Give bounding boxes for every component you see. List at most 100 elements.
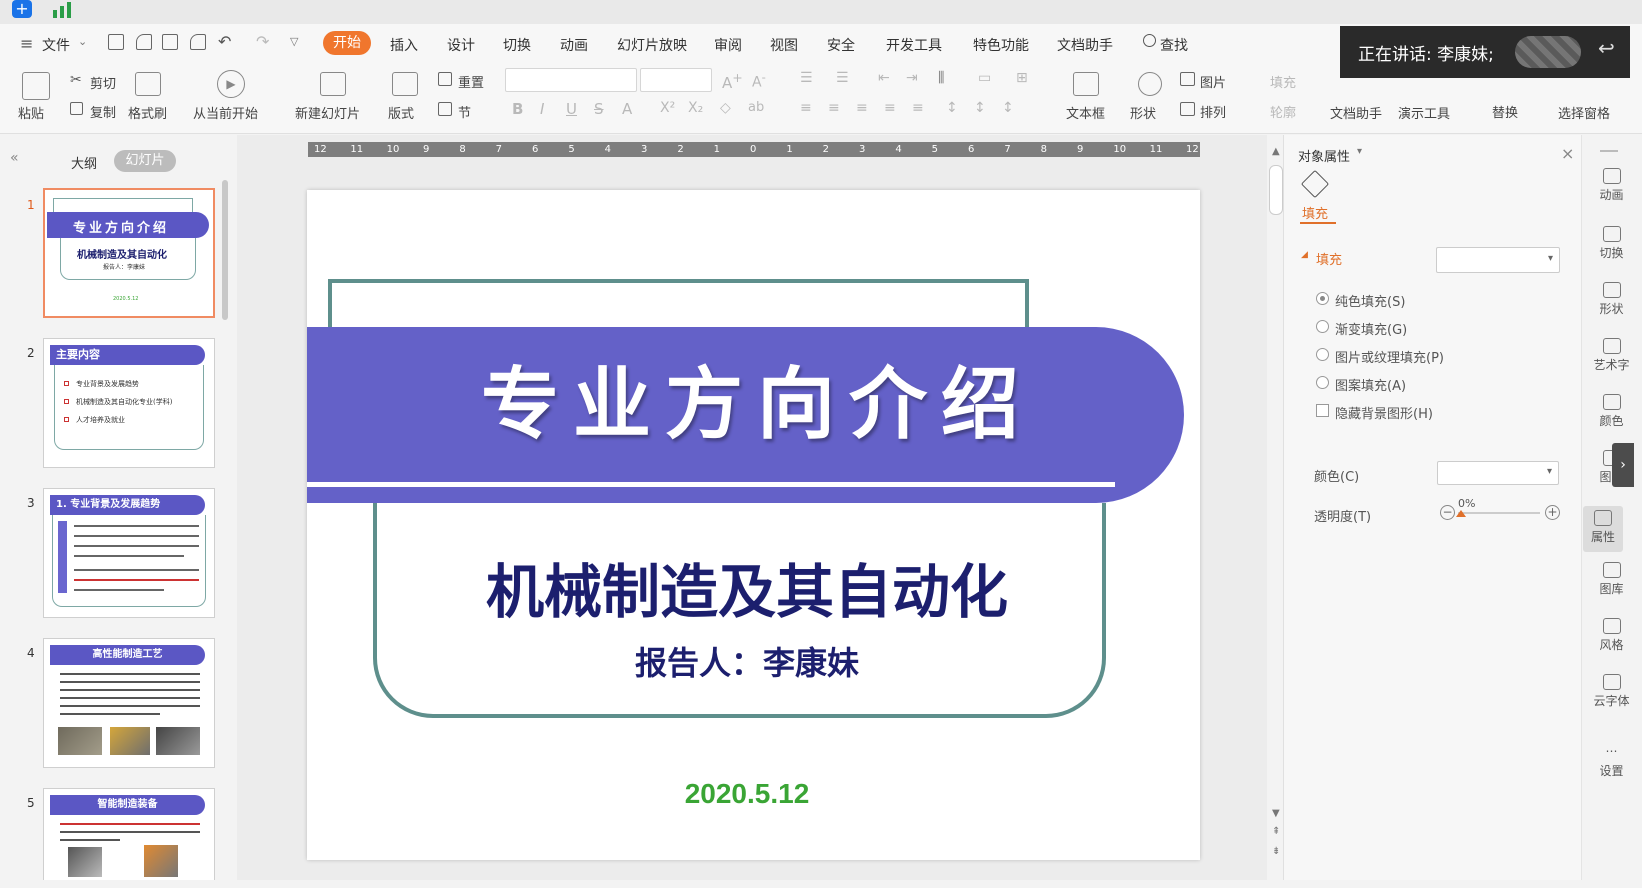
nav-scrollbar[interactable] <box>222 180 228 320</box>
radio-pattern-fill[interactable] <box>1316 376 1329 389</box>
font-grow-icon[interactable]: A+ <box>722 70 743 92</box>
plus-circle-icon[interactable]: + <box>1545 505 1560 520</box>
format-painter-icon[interactable] <box>135 72 161 96</box>
slide-date[interactable]: 2020.5.12 <box>537 778 957 810</box>
italic-icon[interactable]: I <box>540 100 544 118</box>
font-shrink-icon[interactable]: A- <box>752 70 766 91</box>
slide-thumbnail-2[interactable]: 主要内容 专业背景及发展趋势 机械制造及其自动化专业(学科) 人才培养及就业 <box>43 338 215 468</box>
hide-bg-checkbox[interactable] <box>1316 404 1329 417</box>
customize-chevron-icon[interactable]: ▽ <box>290 35 298 48</box>
redo-icon[interactable]: ↷ <box>256 32 269 51</box>
tab-view[interactable]: 视图 <box>770 35 798 55</box>
search-icon[interactable] <box>1143 34 1156 47</box>
tab-slideshow[interactable]: 幻灯片放映 <box>617 35 687 55</box>
font-size-select[interactable] <box>640 68 712 92</box>
superscript-icon[interactable]: X² <box>660 100 675 116</box>
slide-editor[interactable]: 专业方向介绍 机械制造及其自动化 报告人：李康妹 2020.5.12 <box>307 190 1200 860</box>
back-arrow-icon[interactable]: ↩ <box>1598 36 1615 60</box>
copy-icon[interactable] <box>70 102 83 115</box>
fill-select[interactable]: ▾ <box>1436 247 1560 273</box>
sidebar-item-properties[interactable]: 属性 <box>1583 506 1623 552</box>
replace-button[interactable]: 替换 <box>1492 102 1518 121</box>
para-spacing-icon[interactable]: ↕ <box>974 100 986 116</box>
column-icon[interactable]: ▭ <box>978 70 991 86</box>
scissors-icon[interactable]: ✂ <box>70 72 82 88</box>
font-color-icon[interactable]: A <box>622 100 632 118</box>
picture-icon[interactable] <box>1180 72 1195 86</box>
doc-assistant-button[interactable]: 文档助手 <box>1330 103 1382 122</box>
sidebar-item-shape[interactable]: 形状 <box>1581 282 1642 317</box>
header-chevron-icon[interactable]: ▾ <box>1357 146 1362 157</box>
radio-gradient-fill[interactable] <box>1316 320 1329 333</box>
sidebar-item-wordart[interactable]: 艺术字 <box>1581 338 1642 373</box>
slide-reporter[interactable]: 报告人：李康妹 <box>467 638 1027 684</box>
text-direction-icon[interactable]: ⫼ <box>938 70 944 86</box>
bar-chart-icon[interactable] <box>52 2 72 18</box>
clear-format-icon[interactable]: ◇ <box>720 100 731 116</box>
align-text-icon[interactable]: ⊞ <box>1016 70 1028 86</box>
slide-thumbnail-5[interactable]: 智能制造装备 <box>43 788 215 880</box>
bullet-list-icon[interactable]: ☰ <box>800 70 813 86</box>
outdent-icon[interactable]: ⇤ <box>878 70 890 86</box>
sidebar-item-style[interactable]: 风格 <box>1581 618 1642 653</box>
picture-button[interactable]: 图片 <box>1200 72 1226 91</box>
shape-button[interactable]: 形状 <box>1130 103 1156 122</box>
layout-button[interactable]: 版式 <box>388 103 414 122</box>
radio-solid-fill[interactable] <box>1316 292 1329 305</box>
tab-outline[interactable]: 大纲 <box>71 153 97 172</box>
arrange-button[interactable]: 排列 <box>1200 102 1226 121</box>
new-slide-button[interactable]: 新建幻灯片 <box>295 103 360 122</box>
sidebar-item-cloud-font[interactable]: 云字体 <box>1581 674 1642 709</box>
section-collapse-icon[interactable]: ◢ <box>1301 250 1308 260</box>
tab-developer[interactable]: 开发工具 <box>886 35 942 55</box>
arrange-icon[interactable] <box>1180 102 1195 116</box>
save-icon[interactable] <box>108 34 124 50</box>
shape-icon[interactable] <box>1138 72 1162 96</box>
panel-header[interactable]: 对象属性 <box>1298 146 1350 165</box>
sidebar-item-animation[interactable]: 动画 <box>1581 168 1642 203</box>
section-button[interactable]: 节 <box>458 102 471 121</box>
numbered-list-icon[interactable]: ☰ <box>836 70 849 86</box>
minus-icon[interactable]: − <box>1440 505 1455 520</box>
file-menu[interactable]: 文件 <box>42 35 70 55</box>
color-select[interactable]: ▾ <box>1437 461 1559 485</box>
underline-icon[interactable]: U <box>566 100 577 118</box>
sidebar-item-gallery[interactable]: 图库 <box>1581 562 1642 597</box>
chevron-down-icon[interactable]: ⌄ <box>78 35 87 48</box>
tab-slides[interactable]: 幻灯片 <box>114 150 176 172</box>
outline-button[interactable]: 轮廓 <box>1270 102 1296 121</box>
sidebar-item-color[interactable]: 颜色 <box>1581 394 1642 429</box>
scroll-up-icon[interactable]: ▲ <box>1272 146 1280 157</box>
align-left-icon[interactable]: ≡ <box>800 100 812 116</box>
scroll-down-icon[interactable]: ▼ <box>1272 808 1280 819</box>
distribute-icon[interactable]: ≡ <box>912 100 924 116</box>
tab-doc-assistant[interactable]: 文档助手 <box>1057 35 1113 55</box>
search-button[interactable]: 查找 <box>1160 35 1188 55</box>
presenter-tools-button[interactable]: 演示工具 <box>1398 103 1450 122</box>
collapse-panel-icon[interactable]: « <box>10 150 19 166</box>
paste-icon[interactable] <box>22 72 50 100</box>
tab-transition[interactable]: 切换 <box>503 35 531 55</box>
close-icon[interactable]: × <box>1561 144 1574 163</box>
tab-animation[interactable]: 动画 <box>560 35 588 55</box>
textbox-button[interactable]: 文本框 <box>1066 103 1105 122</box>
format-painter-button[interactable]: 格式刷 <box>128 103 167 122</box>
tab-review[interactable]: 审阅 <box>714 35 742 55</box>
reset-icon[interactable] <box>438 72 452 86</box>
fill-button[interactable]: 填充 <box>1270 72 1296 91</box>
radio-picture-fill[interactable] <box>1316 348 1329 361</box>
slide-thumbnail-3[interactable]: 1. 专业背景及发展趋势 <box>43 488 215 618</box>
align-right-icon[interactable]: ≡ <box>856 100 868 116</box>
transparency-slider[interactable] <box>1458 512 1540 514</box>
hamburger-icon[interactable]: ≡ <box>20 34 33 53</box>
subscript-icon[interactable]: X₂ <box>688 100 703 116</box>
from-current-button[interactable]: 从当前开始 <box>193 103 258 122</box>
section-icon[interactable] <box>438 102 452 116</box>
slide-subtitle[interactable]: 机械制造及其自动化 <box>367 545 1127 629</box>
tab-design[interactable]: 设计 <box>447 35 475 55</box>
slide-thumbnail-1[interactable]: 专业方向介绍 机械制造及其自动化 报告人：李康妹 2020.5.12 <box>43 188 215 318</box>
next-slide-icon[interactable]: ⇟ <box>1272 846 1280 857</box>
plus-icon[interactable]: + <box>12 0 32 18</box>
canvas-scrollbar[interactable] <box>1269 165 1283 215</box>
reset-button[interactable]: 重置 <box>458 72 484 91</box>
